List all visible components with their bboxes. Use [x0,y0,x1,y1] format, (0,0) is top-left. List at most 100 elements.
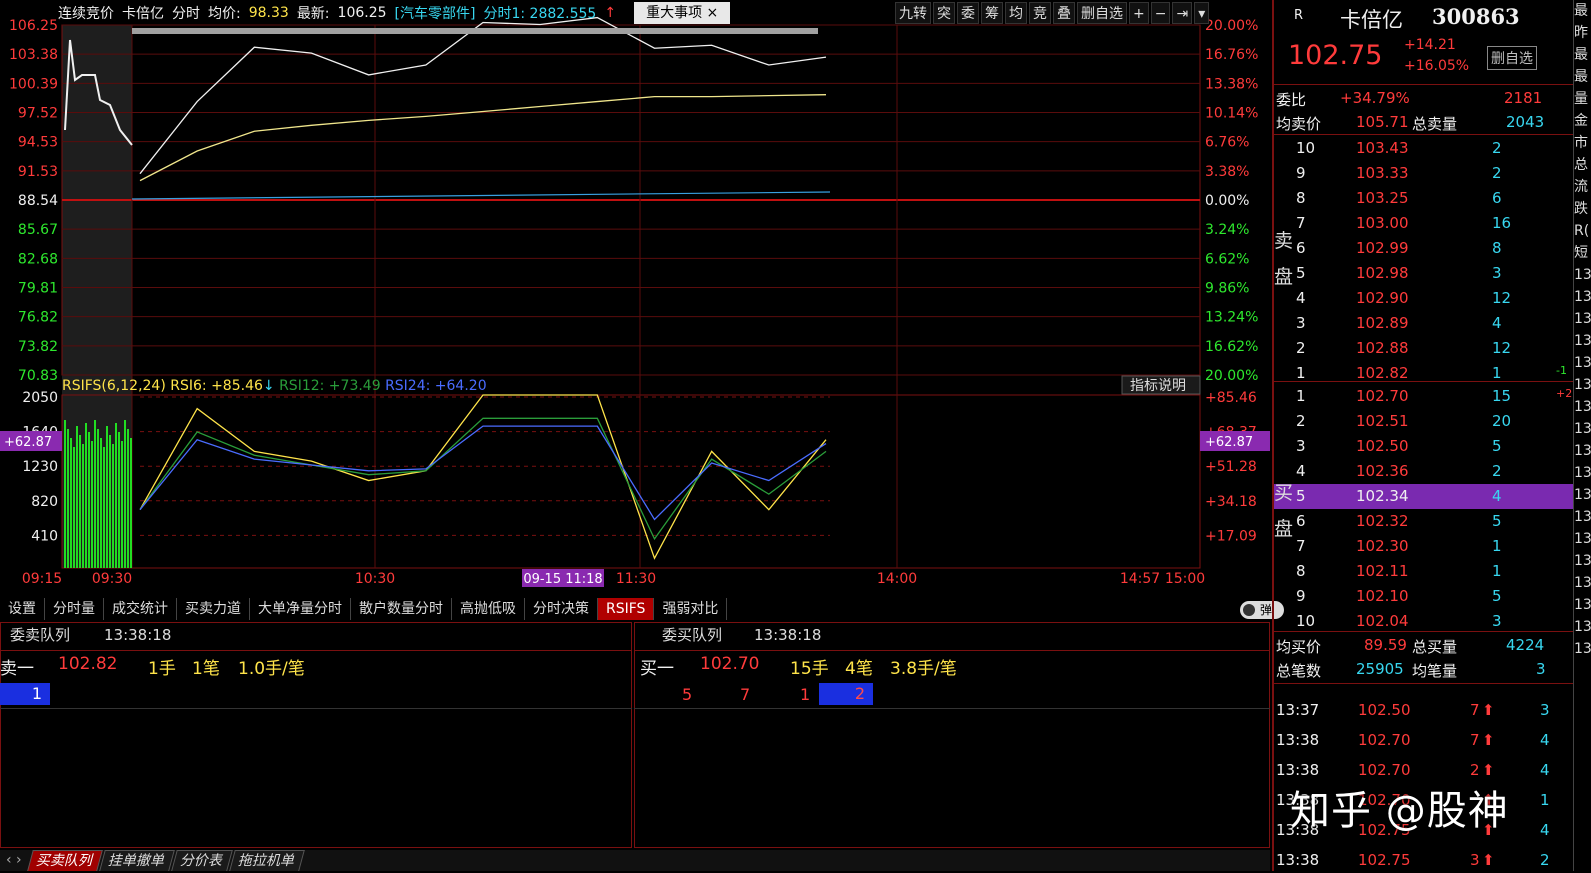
level-price: 102.50 [1356,437,1409,455]
toolbar-button[interactable]: ⇥ [1172,2,1193,24]
toolbar-button[interactable]: 委 [957,2,979,24]
level-number: 9 [1296,164,1306,182]
level-volume: 5 [1492,437,1502,455]
buy-queue-title: 委买队列 [662,626,723,644]
buy-level-row[interactable]: 1 102.70 15 +2 [1274,384,1574,409]
indicator-tab[interactable]: 成交统计 [104,598,177,620]
level-volume: 1 [1492,537,1502,555]
sell-level-row[interactable]: 2 102.88 12 [1274,336,1574,361]
price-axis-tick: 88.54 [18,193,58,209]
bottom-tab[interactable]: 分价表 [170,850,233,871]
sell-level-row[interactable]: 8 103.25 6 [1274,186,1574,211]
sell-level-row[interactable]: 9 103.33 2 [1274,161,1574,186]
stock-name-label: 卡倍亿 [122,6,164,22]
price-series-line [139,94,827,182]
indicator-tab[interactable]: 设置 [0,598,45,620]
level-price: 102.90 [1356,289,1409,307]
edge-label: 流 [1574,179,1588,195]
weibi-value: +34.79% [1340,89,1410,107]
auction-volume-bar [79,435,81,568]
time-axis-tick: 09:30 [92,571,132,587]
sector-link[interactable]: [汽车零部件] [395,3,476,23]
toolbar-button[interactable]: 九转 [895,2,931,24]
edge-label: 13 [1574,355,1591,371]
total-count-row[interactable]: 总笔数 25905 均笔量 3 [1274,657,1574,682]
pct-axis-tick: 10.14% [1205,106,1258,122]
toolbar-button[interactable]: ▾ [1194,2,1210,24]
buy-level-row[interactable]: 9 102.10 5 [1274,584,1574,609]
indicator-tab[interactable]: 散户数量分时 [351,598,452,620]
bottom-tab[interactable]: 挂单撤单 [98,850,175,871]
buy-level-row[interactable]: 3 102.50 5 [1274,434,1574,459]
auction-volume-bar [82,444,84,568]
edge-label: 13 [1574,487,1591,503]
time-scroll-band [132,28,818,34]
buy-level-row[interactable]: 6 102.32 5 [1274,509,1574,534]
sell-one-avg: 1.0手/笔 [238,659,305,679]
indicator-tab[interactable]: 分时量 [45,598,104,620]
level-volume: 3 [1492,612,1502,630]
toolbar-button[interactable]: + [1129,2,1149,24]
volume-axis-tick: 1230 [22,459,58,475]
indicator-tab[interactable]: 强弱对比 [654,598,728,620]
level-price: 102.04 [1356,612,1409,630]
tab-scroll-arrows[interactable]: ‹ › [0,850,28,871]
cursor-time-label: 09-15 11:18 [523,572,602,587]
toolbar-button[interactable]: 删自选 [1077,2,1127,24]
buy-level-row[interactable]: 4 102.36 2 [1274,459,1574,484]
close-icon[interactable]: × [707,5,719,21]
sell-one-label: 卖一 [0,659,34,679]
pct-axis-tick: 13.38% [1205,76,1258,92]
level-price: 102.82 [1356,364,1409,382]
tick-row[interactable]: 13:38 102.70 7 ⬆ 4 [1274,728,1574,753]
intraday-chart[interactable]: 106.25 20.00% 103.38 16.76% 100.39 13.38% 97.5… [0,0,1272,600]
sell-level-row[interactable]: 5 102.98 3 [1274,261,1574,286]
buy-level-row[interactable]: 7 102.30 1 [1274,534,1574,559]
sell-level-row[interactable]: 6 102.99 8 [1274,236,1574,261]
side-label: 卖 [1274,230,1294,252]
toolbar-button[interactable]: 均 [1005,2,1027,24]
sell-level-row[interactable]: 7 103.00 16 [1274,211,1574,236]
weibi-row[interactable]: 委比 +34.79% 2181 [1274,86,1574,111]
avg-sell-row[interactable]: 均卖价 105.71 总卖量 2043 [1274,110,1574,135]
indicator-tab[interactable]: 分时决策 [525,598,598,620]
avg-buy-row[interactable]: 均买价 89.59 总买量 4224 [1274,633,1574,658]
level-volume: 16 [1492,214,1512,232]
tick-row[interactable]: 13:38 102.75 3 ⬆ 2 [1274,848,1574,873]
toolbar-button[interactable]: − [1150,2,1171,24]
toolbar-button[interactable]: 叠 [1053,2,1075,24]
buy-queue-cell: 7 [740,685,751,704]
indicator-tab[interactable]: 高抛低吸 [452,598,525,620]
sell-level-row[interactable]: 1 102.82 1 -1 [1274,361,1574,386]
buy-level-row[interactable]: 10 102.04 3 [1274,609,1574,634]
price-axis-tick: 85.67 [18,222,58,238]
price-axis-tick: 82.68 [18,251,58,267]
bottom-tab[interactable]: 买卖队列 [26,850,103,871]
tick-row[interactable]: 13:37 102.50 7 ⬆ 3 [1274,698,1574,723]
bottom-tab[interactable]: 拖拉机单 [228,850,305,871]
sell-level-row[interactable]: 3 102.89 4 [1274,311,1574,336]
toolbar-button[interactable]: 竞 [1029,2,1051,24]
auction-volume-bar [70,438,72,568]
quote-header[interactable]: R 卡倍亿 300863 [1274,2,1574,32]
indicator-tab[interactable]: RSIFS [598,598,655,620]
indicator-tab[interactable]: 大单净量分时 [250,598,351,620]
buy-level-row[interactable]: 5 102.34 4 [1274,484,1574,509]
level-volume: 12 [1492,339,1512,357]
quote-price-row[interactable]: 102.75 +14.21 +16.05% 删自选 [1274,34,1574,78]
level-number: 1 [1296,364,1306,382]
pct-axis-tick: 0.00% [1205,193,1249,209]
sell-level-row[interactable]: 4 102.90 12 [1274,286,1574,311]
buy-level-row[interactable]: 8 102.11 1 [1274,559,1574,584]
auction-volume-bar [124,420,126,568]
buy-queue-time: 13:38:18 [754,626,822,644]
sell-level-row[interactable]: 10 103.43 2 [1274,136,1574,161]
auction-volume-bar [118,432,120,568]
buy-level-row[interactable]: 2 102.51 20 [1274,409,1574,434]
major-events-button[interactable]: 重大事项 × [634,2,731,24]
toolbar-button[interactable]: 突 [933,2,955,24]
indicator-tab[interactable]: 买卖力道 [177,598,250,620]
toolbar-button[interactable]: 筹 [981,2,1003,24]
remove-favorite-button[interactable]: 删自选 [1487,46,1537,70]
level-volume: 4 [1492,314,1502,332]
